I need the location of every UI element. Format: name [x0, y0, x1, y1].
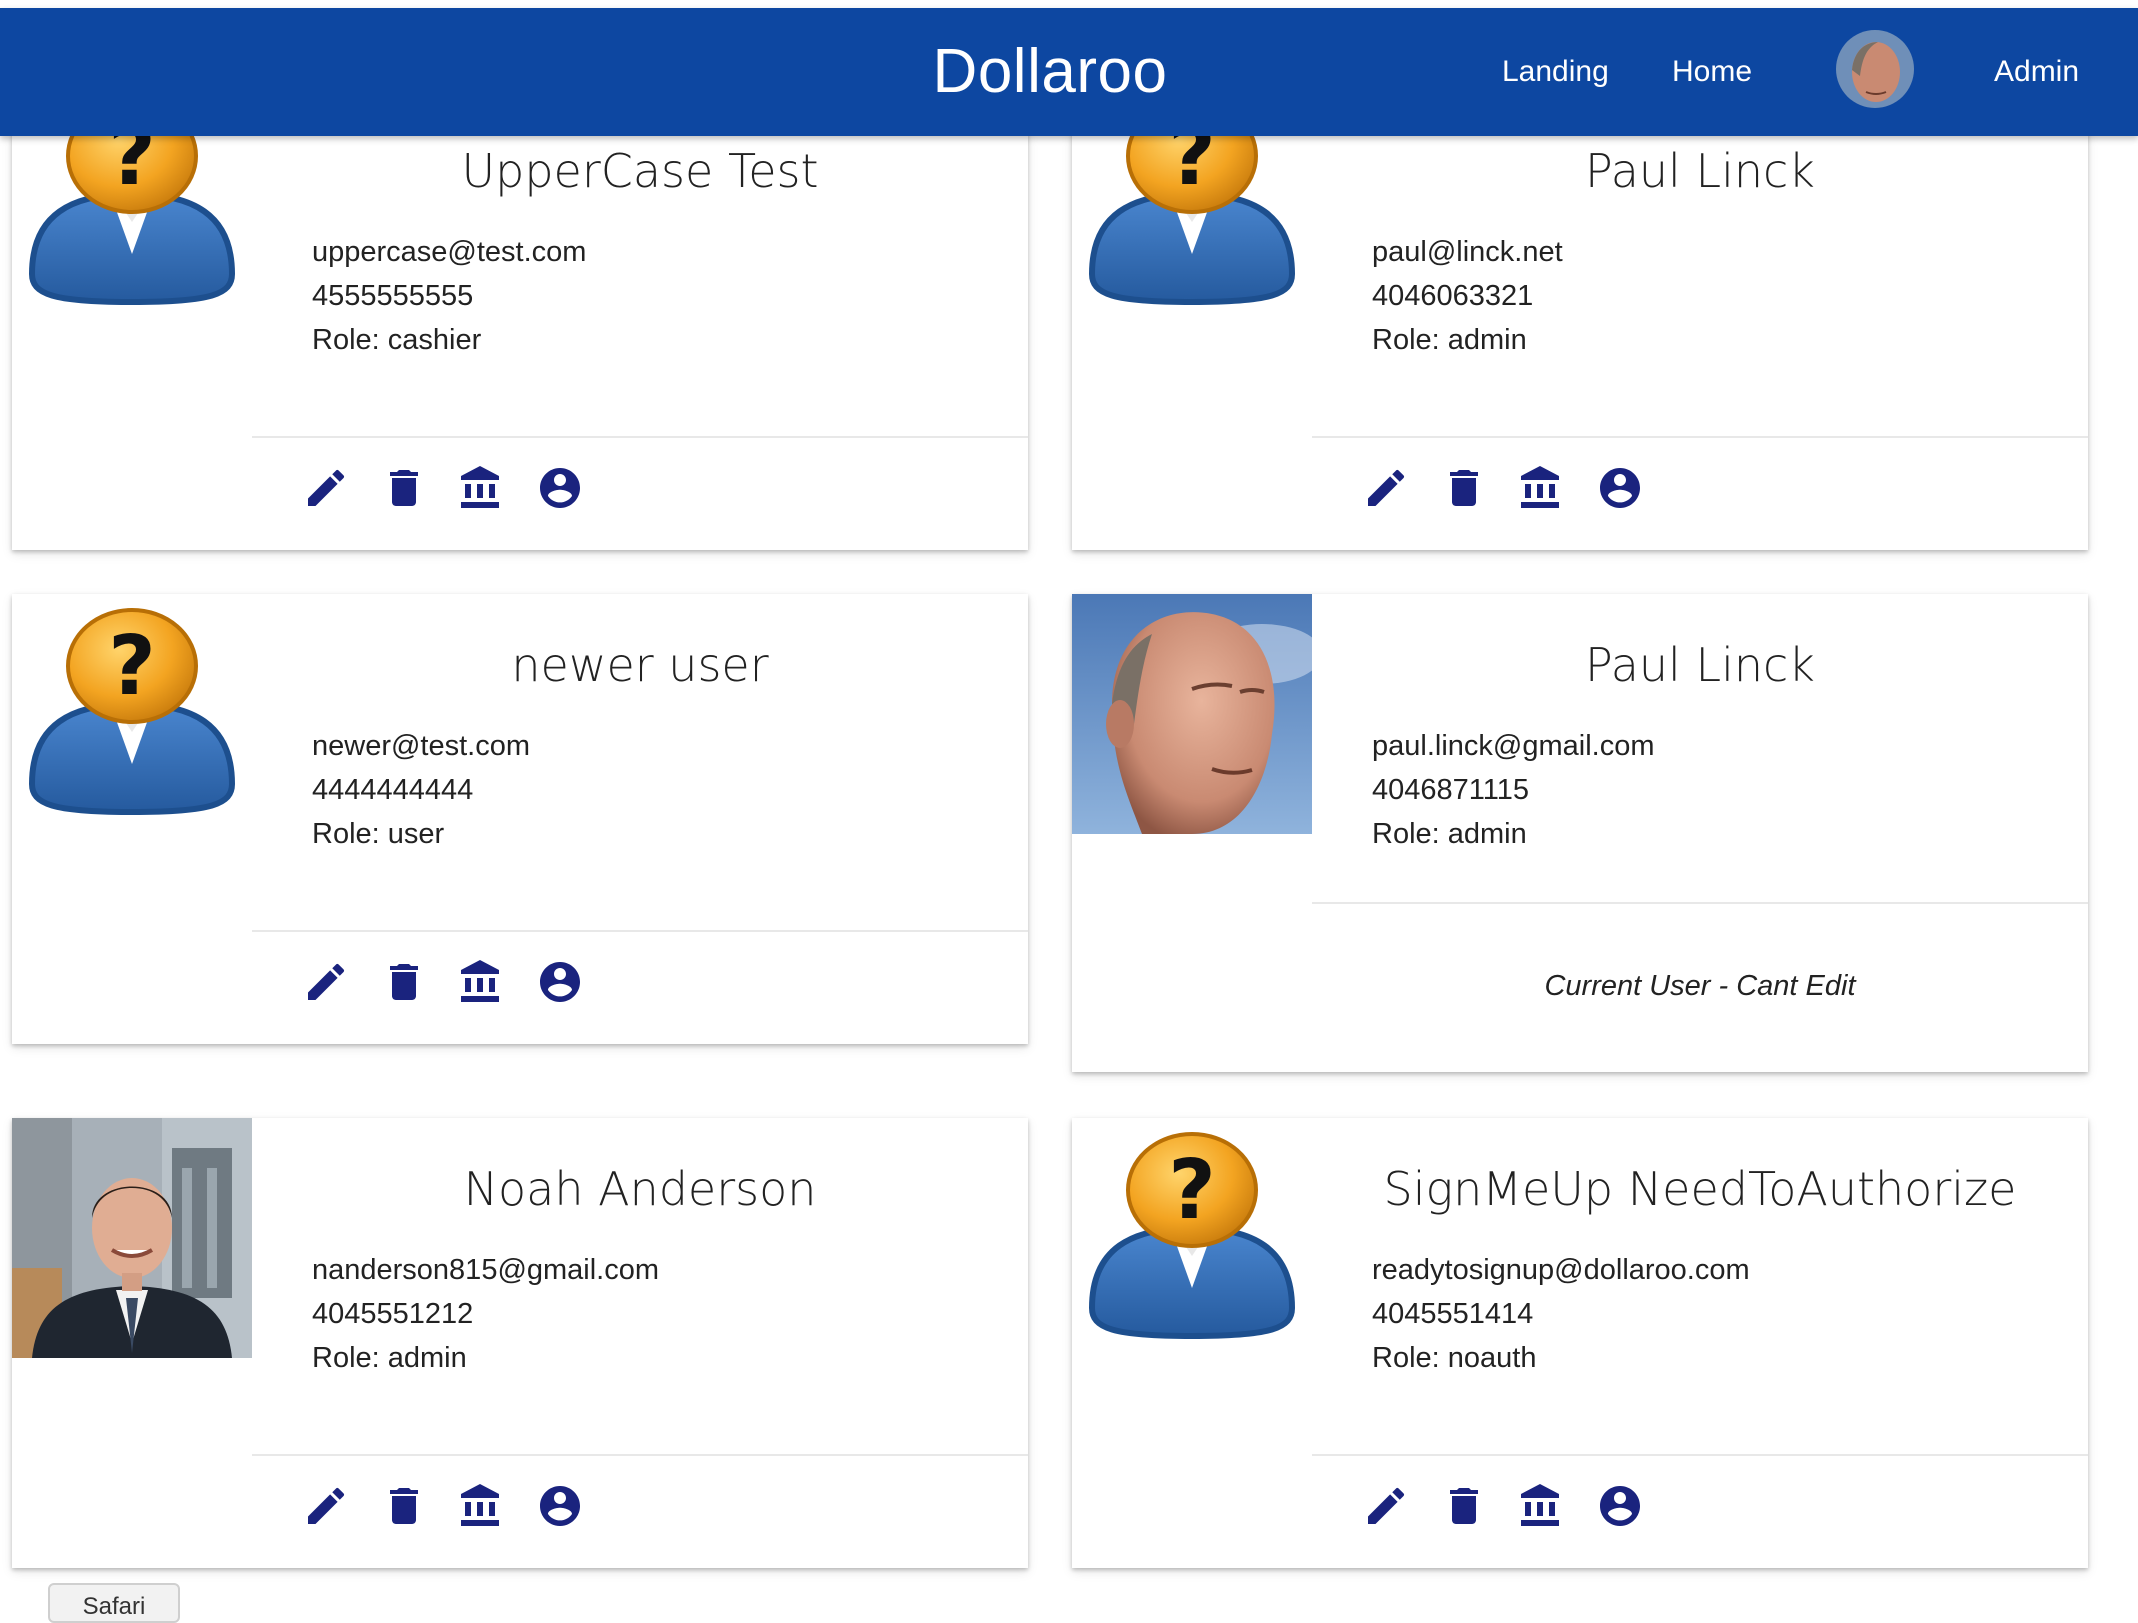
delete-button[interactable]: [380, 464, 436, 520]
bank-button[interactable]: [1517, 1482, 1573, 1538]
account-circle-icon: [536, 1482, 584, 1530]
user-phone: 4045551414: [1372, 1298, 1534, 1330]
bank-icon: [457, 1482, 505, 1530]
user-email: paul@linck.net: [1372, 236, 1563, 268]
pencil-icon: [302, 1482, 350, 1530]
user-card: Noah Anderson nanderson815@gmail.com 404…: [12, 1118, 1028, 1568]
card-divider: [252, 1454, 1028, 1456]
trash-icon: [1440, 1482, 1488, 1530]
trash-icon: [1440, 464, 1488, 512]
account-circle-icon: [1596, 1482, 1644, 1530]
user-name: Paul Linck: [1585, 638, 1815, 692]
bank-button[interactable]: [1517, 464, 1573, 520]
user-avatar[interactable]: [1836, 30, 1914, 108]
user-name: Noah Anderson: [463, 1162, 817, 1216]
user-email: paul.linck@gmail.com: [1372, 730, 1655, 762]
current-user-note: Current User - Cant Edit: [1544, 970, 1856, 1002]
nav-link-home[interactable]: Home: [1672, 8, 1752, 136]
bank-icon: [457, 464, 505, 512]
user-name: newer user: [511, 638, 769, 692]
user-phone: 4046871115: [1372, 774, 1529, 806]
bank-button[interactable]: [457, 1482, 513, 1538]
account-button[interactable]: [1596, 1482, 1652, 1538]
edit-button[interactable]: [1362, 1482, 1418, 1538]
user-email: uppercase@test.com: [312, 236, 587, 268]
user-phone: 4555555555: [312, 280, 474, 312]
nav-link-landing[interactable]: Landing: [1502, 8, 1609, 136]
pencil-icon: [302, 958, 350, 1006]
user-card: UpperCase Test uppercase@test.com 455555…: [12, 100, 1028, 550]
account-circle-icon: [536, 958, 584, 1006]
user-role: Role: noauth: [1372, 1342, 1537, 1374]
account-button[interactable]: [536, 1482, 592, 1538]
delete-button[interactable]: [380, 958, 436, 1014]
bank-icon: [457, 958, 505, 1006]
account-circle-icon: [536, 464, 584, 512]
account-button[interactable]: [536, 958, 592, 1014]
edit-button[interactable]: [302, 464, 358, 520]
delete-button[interactable]: [1440, 464, 1496, 520]
account-button[interactable]: [1596, 464, 1652, 520]
pencil-icon: [1362, 464, 1410, 512]
bank-button[interactable]: [457, 464, 513, 520]
card-divider: [252, 436, 1028, 438]
card-divider: [1312, 436, 2088, 438]
user-phone: 4045551212: [312, 1298, 474, 1330]
account-button[interactable]: [536, 464, 592, 520]
placeholder-avatar: [1072, 1118, 1312, 1358]
card-divider: [1312, 1454, 2088, 1456]
user-name: UpperCase Test: [461, 144, 819, 198]
placeholder-avatar: [1072, 100, 1312, 340]
pencil-icon: [1362, 1482, 1410, 1530]
trash-icon: [380, 1482, 428, 1530]
user-card: SignMeUp NeedToAuthorize readytosignup@d…: [1072, 1118, 2088, 1568]
user-name: SignMeUp NeedToAuthorize: [1383, 1162, 2017, 1216]
delete-button[interactable]: [1440, 1482, 1496, 1538]
brand-title[interactable]: Dollaroo: [0, 8, 2100, 136]
card-divider: [252, 930, 1028, 932]
user-card: Paul Linck paul.linck@gmail.com 40468711…: [1072, 594, 2088, 1072]
bank-icon: [1517, 1482, 1565, 1530]
user-email: readytosignup@dollaroo.com: [1372, 1254, 1750, 1286]
user-role: Role: admin: [1372, 324, 1527, 356]
bank-icon: [1517, 464, 1565, 512]
user-role: Role: cashier: [312, 324, 482, 356]
placeholder-avatar: [12, 100, 252, 340]
account-circle-icon: [1596, 464, 1644, 512]
edit-button[interactable]: [302, 1482, 358, 1538]
edit-button[interactable]: [302, 958, 358, 1014]
user-photo: [12, 1118, 252, 1358]
top-navbar: Dollaroo Landing Home Admin: [0, 8, 2138, 136]
delete-button[interactable]: [380, 1482, 436, 1538]
user-photo: [1072, 594, 1322, 834]
safari-tab[interactable]: Safari: [48, 1583, 180, 1623]
user-card: Paul Linck paul@linck.net 4046063321 Rol…: [1072, 100, 2088, 550]
pencil-icon: [302, 464, 350, 512]
user-email: newer@test.com: [312, 730, 531, 762]
trash-icon: [380, 464, 428, 512]
nav-link-admin[interactable]: Admin: [1994, 8, 2079, 136]
user-role: Role: user: [312, 818, 445, 850]
bank-button[interactable]: [457, 958, 513, 1014]
user-email: nanderson815@gmail.com: [312, 1254, 660, 1286]
user-role: Role: admin: [312, 1342, 467, 1374]
placeholder-avatar: [12, 594, 252, 834]
user-role: Role: admin: [1372, 818, 1527, 850]
user-phone: 4046063321: [1372, 280, 1534, 312]
trash-icon: [380, 958, 428, 1006]
edit-button[interactable]: [1362, 464, 1418, 520]
user-card: newer user newer@test.com 4444444444 Rol…: [12, 594, 1028, 1044]
user-name: Paul Linck: [1585, 144, 1815, 198]
user-phone: 4444444444: [312, 774, 474, 806]
card-divider: [1312, 902, 2088, 904]
